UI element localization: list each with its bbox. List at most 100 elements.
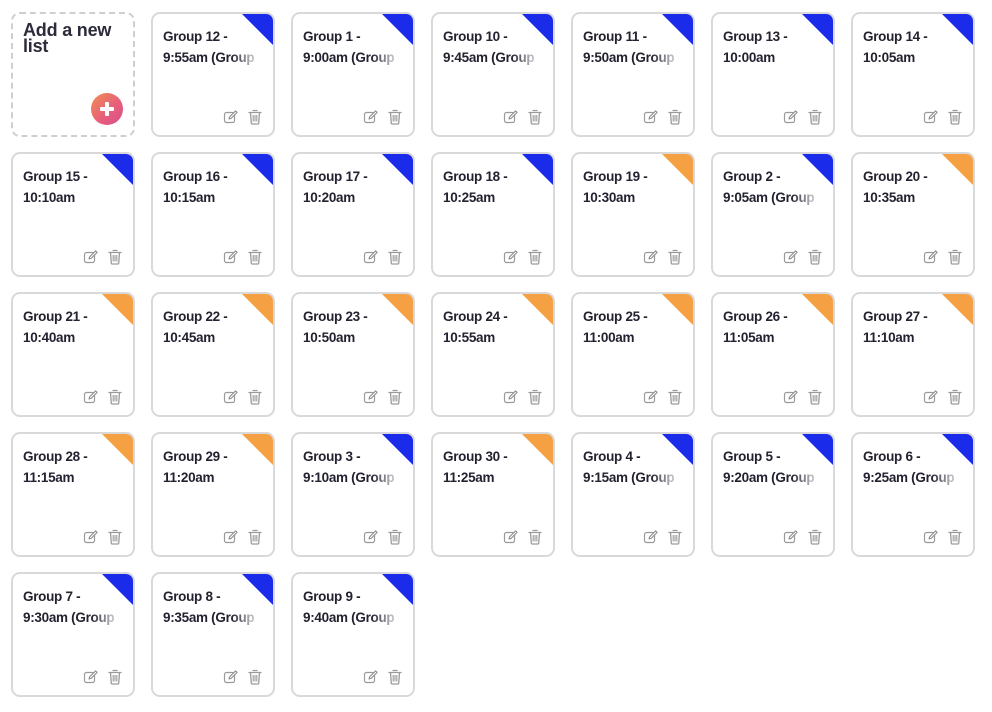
card-actions xyxy=(223,249,263,265)
edit-icon[interactable] xyxy=(783,249,799,265)
trash-icon[interactable] xyxy=(667,389,683,405)
trash-icon[interactable] xyxy=(247,249,263,265)
trash-icon[interactable] xyxy=(947,529,963,545)
edit-icon[interactable] xyxy=(83,249,99,265)
list-card[interactable]: Group 11 - 9:50am (Group xyxy=(571,12,695,137)
list-card[interactable]: Group 15 - 10:10am xyxy=(11,152,135,277)
edit-icon[interactable] xyxy=(83,389,99,405)
edit-icon[interactable] xyxy=(223,389,239,405)
trash-icon[interactable] xyxy=(387,389,403,405)
trash-icon[interactable] xyxy=(247,389,263,405)
edit-icon[interactable] xyxy=(223,109,239,125)
list-card[interactable]: Group 26 - 11:05am xyxy=(711,292,835,417)
add-list-card[interactable]: Add a new list xyxy=(11,12,135,137)
trash-icon[interactable] xyxy=(107,249,123,265)
trash-icon[interactable] xyxy=(107,529,123,545)
edit-icon[interactable] xyxy=(923,529,939,545)
edit-icon[interactable] xyxy=(223,249,239,265)
list-card[interactable]: Group 5 - 9:20am (Group xyxy=(711,432,835,557)
list-card[interactable]: Group 18 - 10:25am xyxy=(431,152,555,277)
add-list-button[interactable] xyxy=(91,93,123,125)
list-card[interactable]: Group 19 - 10:30am xyxy=(571,152,695,277)
list-card[interactable]: Group 30 - 11:25am xyxy=(431,432,555,557)
edit-icon[interactable] xyxy=(363,529,379,545)
trash-icon[interactable] xyxy=(387,109,403,125)
card-actions xyxy=(643,529,683,545)
edit-icon[interactable] xyxy=(503,249,519,265)
list-card[interactable]: Group 7 - 9:30am (Group xyxy=(11,572,135,697)
edit-icon[interactable] xyxy=(363,389,379,405)
edit-icon[interactable] xyxy=(223,669,239,685)
list-card[interactable]: Group 20 - 10:35am xyxy=(851,152,975,277)
edit-icon[interactable] xyxy=(223,529,239,545)
list-card[interactable]: Group 21 - 10:40am xyxy=(11,292,135,417)
edit-icon[interactable] xyxy=(363,669,379,685)
edit-icon[interactable] xyxy=(503,109,519,125)
list-card[interactable]: Group 28 - 11:15am xyxy=(11,432,135,557)
edit-icon[interactable] xyxy=(363,249,379,265)
edit-icon[interactable] xyxy=(923,249,939,265)
trash-icon[interactable] xyxy=(387,669,403,685)
edit-icon[interactable] xyxy=(783,389,799,405)
list-card[interactable]: Group 9 - 9:40am (Group xyxy=(291,572,415,697)
list-card[interactable]: Group 4 - 9:15am (Group xyxy=(571,432,695,557)
list-card[interactable]: Group 8 - 9:35am (Group xyxy=(151,572,275,697)
trash-icon[interactable] xyxy=(807,529,823,545)
trash-icon[interactable] xyxy=(107,389,123,405)
trash-icon[interactable] xyxy=(247,529,263,545)
trash-icon[interactable] xyxy=(807,109,823,125)
list-card[interactable]: Group 24 - 10:55am xyxy=(431,292,555,417)
list-card[interactable]: Group 3 - 9:10am (Group xyxy=(291,432,415,557)
list-card[interactable]: Group 22 - 10:45am xyxy=(151,292,275,417)
trash-icon[interactable] xyxy=(247,109,263,125)
trash-icon[interactable] xyxy=(107,669,123,685)
list-card[interactable]: Group 10 - 9:45am (Group xyxy=(431,12,555,137)
edit-icon[interactable] xyxy=(503,389,519,405)
list-card[interactable]: Group 23 - 10:50am xyxy=(291,292,415,417)
edit-icon[interactable] xyxy=(503,529,519,545)
trash-icon[interactable] xyxy=(387,529,403,545)
trash-icon[interactable] xyxy=(947,249,963,265)
trash-icon[interactable] xyxy=(527,529,543,545)
edit-icon[interactable] xyxy=(783,109,799,125)
edit-icon[interactable] xyxy=(783,529,799,545)
list-card[interactable]: Group 12 - 9:55am (Group xyxy=(151,12,275,137)
card-actions xyxy=(363,389,403,405)
list-title: Group 7 - 9:30am (Group xyxy=(23,589,115,625)
list-title: Group 14 - 10:05am xyxy=(863,29,928,65)
trash-icon[interactable] xyxy=(947,389,963,405)
trash-icon[interactable] xyxy=(947,109,963,125)
list-card[interactable]: Group 14 - 10:05am xyxy=(851,12,975,137)
trash-icon[interactable] xyxy=(667,249,683,265)
edit-icon[interactable] xyxy=(643,249,659,265)
trash-icon[interactable] xyxy=(527,249,543,265)
trash-icon[interactable] xyxy=(247,669,263,685)
trash-icon[interactable] xyxy=(527,109,543,125)
edit-icon[interactable] xyxy=(923,389,939,405)
trash-icon[interactable] xyxy=(807,389,823,405)
trash-icon[interactable] xyxy=(527,389,543,405)
card-actions xyxy=(783,529,823,545)
trash-icon[interactable] xyxy=(667,529,683,545)
list-card[interactable]: Group 25 - 11:00am xyxy=(571,292,695,417)
list-card[interactable]: Group 1 - 9:00am (Group xyxy=(291,12,415,137)
list-card[interactable]: Group 17 - 10:20am xyxy=(291,152,415,277)
edit-icon[interactable] xyxy=(643,389,659,405)
trash-icon[interactable] xyxy=(667,109,683,125)
list-card[interactable]: Group 6 - 9:25am (Group xyxy=(851,432,975,557)
list-card[interactable]: Group 27 - 11:10am xyxy=(851,292,975,417)
list-card[interactable]: Group 13 - 10:00am xyxy=(711,12,835,137)
trash-icon[interactable] xyxy=(387,249,403,265)
list-card[interactable]: Group 2 - 9:05am (Group xyxy=(711,152,835,277)
edit-icon[interactable] xyxy=(923,109,939,125)
list-card[interactable]: Group 29 - 11:20am xyxy=(151,432,275,557)
list-card[interactable]: Group 16 - 10:15am xyxy=(151,152,275,277)
list-title: Group 11 - 9:50am (Group xyxy=(583,29,675,65)
edit-icon[interactable] xyxy=(83,669,99,685)
edit-icon[interactable] xyxy=(643,529,659,545)
list-title: Group 19 - 10:30am xyxy=(583,169,648,205)
edit-icon[interactable] xyxy=(643,109,659,125)
edit-icon[interactable] xyxy=(363,109,379,125)
edit-icon[interactable] xyxy=(83,529,99,545)
trash-icon[interactable] xyxy=(807,249,823,265)
